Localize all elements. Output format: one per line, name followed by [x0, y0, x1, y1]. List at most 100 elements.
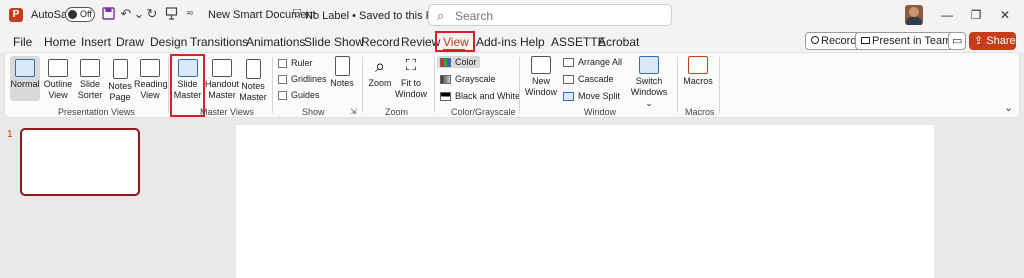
notes-button[interactable]: Notes	[327, 56, 357, 89]
avatar[interactable]	[905, 5, 923, 25]
close-icon[interactable]: ✕	[996, 6, 1014, 24]
view-tab-highlight	[435, 31, 475, 52]
arrange-all-icon	[563, 57, 574, 67]
guides-checkbox-box	[278, 90, 287, 100]
tab-help[interactable]: Help	[520, 35, 545, 49]
search-icon: ⌕	[437, 8, 445, 23]
move-split-label: Move Split	[578, 91, 621, 101]
grayscale-label: Grayscale	[455, 74, 496, 84]
show-label: Show	[302, 107, 325, 117]
restore-icon[interactable]: ❐	[967, 6, 985, 24]
customize-qat-icon[interactable]: ≂	[183, 7, 197, 21]
notes-page-label-2: Page	[109, 92, 131, 102]
grayscale-button[interactable]: Grayscale	[440, 74, 496, 84]
title-bar: P AutoSave Off ↶ ⌄ ↻ ≂ New Smart Documen…	[0, 0, 1024, 30]
autosave-toggle[interactable]: Off	[65, 7, 95, 22]
tab-record[interactable]: Record	[361, 35, 400, 49]
group-separator	[272, 57, 273, 113]
notes-master-label-1: Notes	[241, 81, 265, 91]
present-in-teams-button[interactable]: Present in Teams	[855, 32, 963, 50]
new-window-label-1: New	[531, 76, 550, 86]
handout-master-button[interactable]: Handout Master	[205, 59, 239, 101]
color-button[interactable]: Color	[437, 56, 480, 68]
notes-label: Notes	[330, 78, 354, 88]
macros-button[interactable]: Macros	[681, 56, 715, 87]
record-label: Record	[821, 35, 857, 47]
gridlines-checkbox-box	[278, 74, 287, 84]
notes-master-button[interactable]: Notes Master	[238, 59, 268, 103]
new-window-button[interactable]: New Window	[523, 56, 559, 98]
magnifier-icon: ⌕	[374, 56, 386, 76]
undo-dropdown-icon[interactable]: ⌄	[132, 7, 146, 21]
cascade-icon	[563, 74, 574, 84]
slide-canvas[interactable]	[236, 125, 934, 278]
minimize-icon[interactable]: —	[938, 6, 956, 24]
tab-transitions[interactable]: Transitions	[190, 35, 248, 49]
slide-master-button[interactable]: Slide Master	[172, 59, 203, 101]
handout-master-label-1: Handout	[205, 79, 240, 89]
sensitivity-label-icon[interactable]: ⛉	[290, 7, 304, 21]
slide-master-icon	[177, 59, 198, 77]
record-button[interactable]: Record	[805, 32, 863, 50]
tab-animations[interactable]: Animations	[246, 35, 305, 49]
teams-present-icon	[861, 37, 870, 44]
black-and-white-button[interactable]: Black and White	[440, 91, 520, 101]
save-icon[interactable]	[101, 7, 115, 21]
guides-label: Guides	[291, 90, 320, 100]
reading-view-label-1: Reading	[134, 79, 168, 89]
tab-slide-show[interactable]: Slide Show	[304, 35, 364, 49]
reading-view-button[interactable]: Reading View	[134, 59, 168, 101]
tab-design[interactable]: Design	[150, 35, 187, 49]
outline-label-1: Outline	[43, 79, 73, 89]
gridlines-checkbox[interactable]: Gridlines	[278, 74, 327, 84]
tab-file[interactable]: File	[13, 35, 32, 49]
outline-label-2: View	[48, 90, 68, 100]
cascade-button[interactable]: Cascade	[563, 74, 614, 84]
move-split-button[interactable]: Move Split	[563, 91, 620, 101]
presentation-views-label: Presentation Views	[58, 107, 135, 117]
switch-windows-icon	[639, 56, 659, 74]
slide-thumbnail[interactable]	[20, 128, 140, 196]
notes-page-label-1: Notes	[108, 81, 132, 91]
tab-home[interactable]: Home	[44, 35, 76, 49]
ribbon: Normal Outline View Slide Sorter Notes P…	[4, 52, 1020, 118]
notes-master-icon	[245, 59, 261, 79]
undo-icon[interactable]: ↶	[119, 7, 133, 21]
collapse-ribbon-icon[interactable]: ⌄	[1004, 101, 1013, 114]
share-button[interactable]: ⇪ Share ⌄	[969, 32, 1016, 65]
tab-add-ins[interactable]: Add-ins	[476, 35, 517, 49]
group-separator	[677, 57, 678, 113]
fit-label-1: Fit to	[400, 78, 421, 88]
fit-label-2: Window	[394, 89, 427, 99]
guides-checkbox[interactable]: Guides	[278, 90, 320, 100]
share-label: Share	[986, 35, 1016, 47]
notes-page-button[interactable]: Notes Page	[105, 59, 135, 103]
comments-button[interactable]: ▭	[948, 32, 967, 50]
notes-icon	[334, 56, 350, 76]
present-icon[interactable]	[164, 7, 178, 21]
normal-view-icon	[15, 59, 35, 77]
handout-master-icon	[212, 59, 232, 77]
redo-icon[interactable]: ↻	[145, 7, 159, 21]
tab-insert[interactable]: Insert	[81, 35, 111, 49]
switch-windows-label-1: Switch	[635, 76, 663, 86]
tab-draw[interactable]: Draw	[116, 35, 144, 49]
tab-acrobat[interactable]: Acrobat	[598, 35, 639, 49]
search-input[interactable]: ⌕ Search	[428, 4, 672, 26]
fit-to-window-button[interactable]: ⛶ Fit to Window	[394, 56, 428, 100]
outline-view-button[interactable]: Outline View	[43, 59, 73, 101]
switch-windows-button[interactable]: Switch Windows ⌄	[628, 56, 670, 109]
group-separator	[434, 57, 435, 113]
toggle-knob	[68, 10, 77, 19]
slide-sorter-button[interactable]: Slide Sorter	[75, 59, 105, 101]
zoom-button[interactable]: ⌕ Zoom	[366, 56, 394, 89]
slide-sorter-label-1: Slide	[79, 79, 100, 89]
ruler-checkbox[interactable]: Ruler	[278, 58, 313, 68]
dialog-launcher-icon[interactable]: ⇲	[350, 107, 357, 116]
arrange-all-button[interactable]: Arrange All	[563, 57, 622, 67]
reading-view-label-2: View	[140, 90, 160, 100]
normal-view-button[interactable]: Normal	[10, 56, 40, 101]
powerpoint-icon: P	[9, 8, 23, 22]
slide-master-label-2: Master	[173, 90, 202, 100]
slide-master-label-1: Slide	[177, 79, 198, 89]
